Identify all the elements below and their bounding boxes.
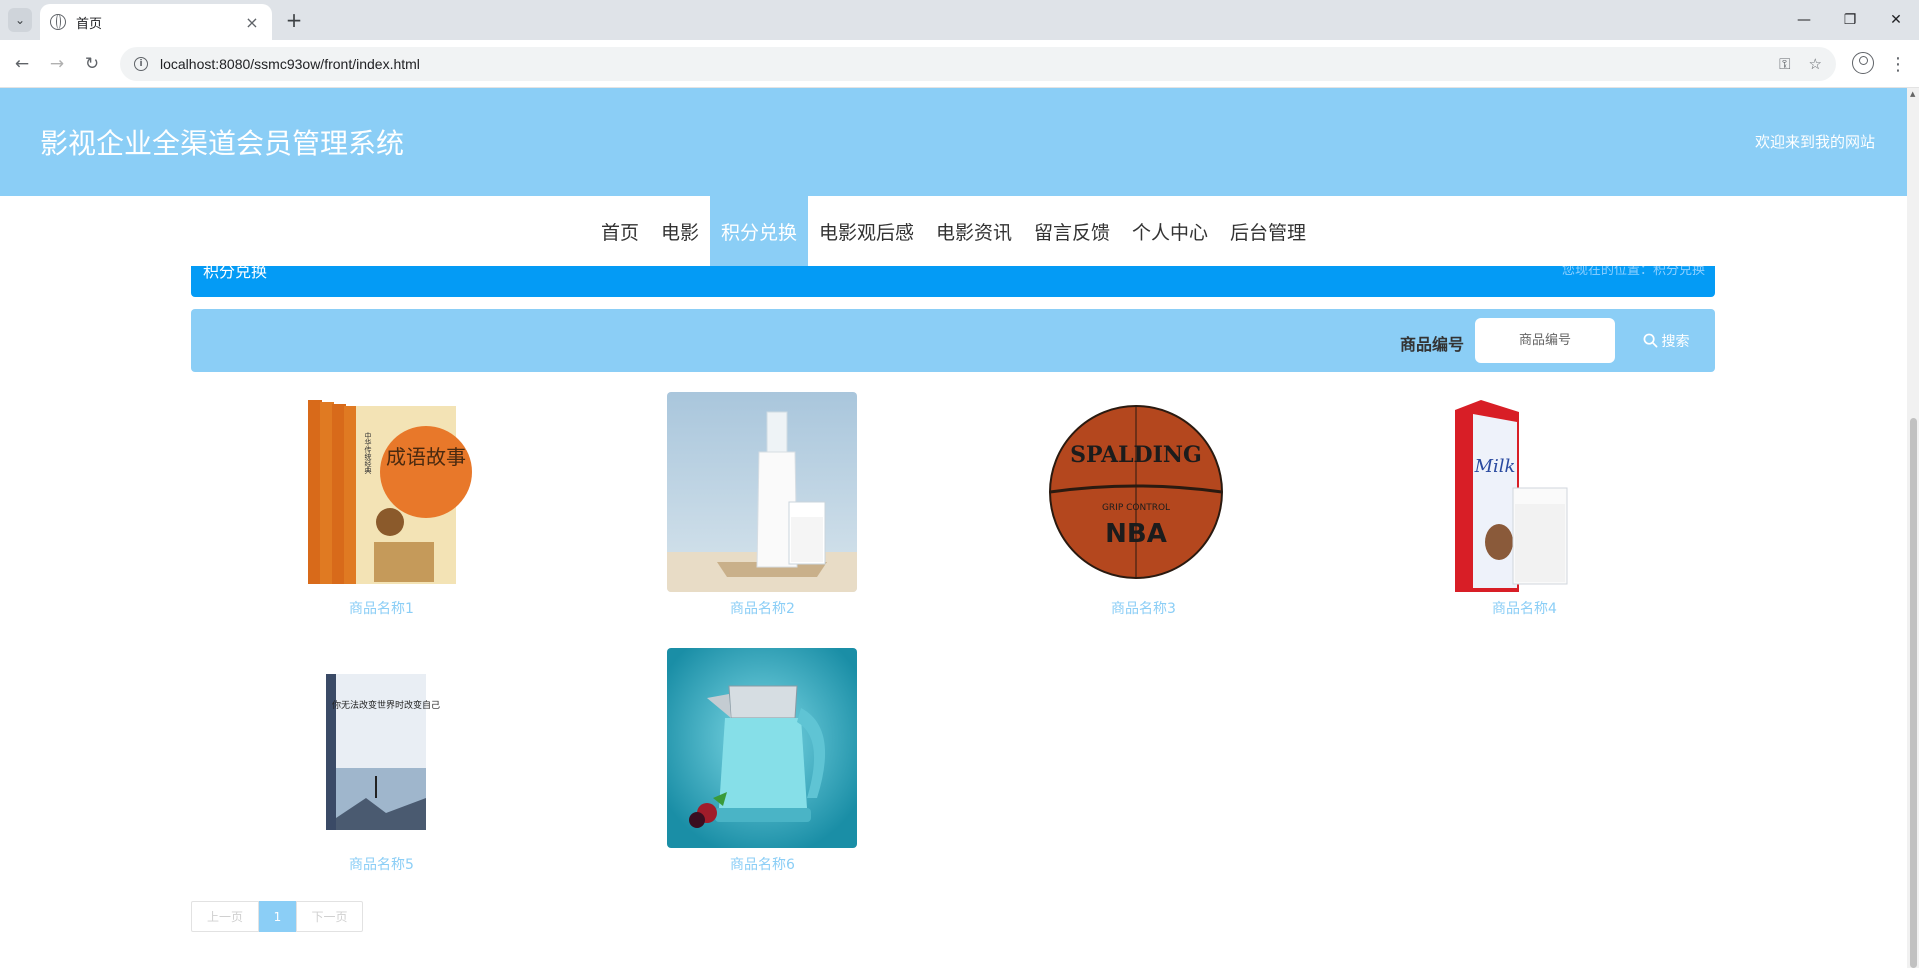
close-tab-icon[interactable]: × — [242, 13, 262, 32]
product-name[interactable]: 商品名称3 — [953, 598, 1334, 618]
password-key-icon[interactable]: ⚿ — [1779, 55, 1790, 73]
bookmark-star-icon[interactable]: ☆ — [1809, 55, 1822, 73]
milk-bottle-image — [667, 392, 857, 592]
url-text[interactable]: localhost:8080/ssmc93ow/front/index.html — [160, 56, 1761, 72]
globe-icon — [50, 14, 66, 30]
window-close-icon[interactable]: ✕ — [1873, 0, 1919, 40]
breadcrumb-location: 您现在的位置：积分兑换 — [1561, 266, 1705, 278]
profile-icon[interactable] — [1852, 52, 1874, 74]
current-page-button[interactable]: 1 — [259, 901, 296, 932]
browser-toolbar: ← → ↻ i localhost:8080/ssmc93ow/front/in… — [0, 40, 1919, 88]
basketball-image: SPALDING GRIP CONTROL NBA — [1048, 392, 1238, 592]
kettle-image — [667, 648, 857, 848]
nav-item-home[interactable]: 首页 — [590, 196, 650, 266]
page-scrollbar[interactable]: ▲ — [1907, 88, 1919, 968]
pagination: 上一页 1 下一页 — [191, 901, 363, 932]
scrollbar-thumb[interactable] — [1910, 418, 1917, 968]
breadcrumb-bar: 积分兑换 您现在的位置：积分兑换 — [191, 266, 1715, 297]
reload-icon[interactable]: ↻ — [80, 52, 104, 76]
forward-arrow-icon[interactable]: → — [45, 52, 69, 76]
product-image-milk-carton[interactable]: Milk — [1429, 392, 1619, 592]
blue-book-image: 你无法改变世界时改变自己 — [286, 648, 476, 848]
product-name[interactable]: 商品名称6 — [572, 854, 953, 874]
breadcrumb-title: 积分兑换 — [203, 266, 268, 281]
book-image: 成语故事 中华传统经典 — [286, 392, 476, 592]
milk-label-text: Milk — [1474, 456, 1516, 477]
restore-icon[interactable]: ❐ — [1827, 0, 1873, 40]
product-number-input[interactable] — [1475, 318, 1615, 363]
search-icon — [1643, 333, 1657, 348]
nav-item-user-center[interactable]: 个人中心 — [1121, 196, 1219, 266]
product-image-book[interactable]: 成语故事 中华传统经典 — [286, 392, 476, 592]
address-bar[interactable]: i localhost:8080/ssmc93ow/front/index.ht… — [120, 47, 1836, 81]
new-tab-plus-icon[interactable]: + — [282, 8, 306, 32]
product-image-basketball[interactable]: SPALDING GRIP CONTROL NBA — [1048, 392, 1238, 592]
product-name[interactable]: 商品名称4 — [1334, 598, 1715, 618]
site-info-icon[interactable]: i — [134, 57, 148, 71]
product-image-blue-book[interactable]: 你无法改变世界时改变自己 — [286, 648, 476, 848]
search-label: 商品编号 — [1400, 335, 1465, 354]
product-name[interactable]: 商品名称2 — [572, 598, 953, 618]
milk-carton-image: Milk — [1429, 392, 1619, 592]
search-bar: 商品编号 搜索 — [191, 309, 1715, 372]
product-name[interactable]: 商品名称1 — [191, 598, 572, 618]
browser-tab-strip: ⌄ 首页 × + — ❐ ✕ — [0, 0, 1919, 40]
next-page-button[interactable]: 下一页 — [296, 901, 363, 932]
search-button[interactable]: 搜索 — [1631, 323, 1701, 358]
tab-search-chevron-icon[interactable]: ⌄ — [8, 8, 32, 32]
nav-item-movies[interactable]: 电影 — [650, 196, 710, 266]
site-title: 影视企业全渠道会员管理系统 — [40, 127, 405, 160]
main-nav: 首页 电影 积分兑换 电影观后感 电影资讯 留言反馈 个人中心 后台管理 — [0, 196, 1907, 266]
browser-tab[interactable]: 首页 × — [40, 4, 272, 40]
scroll-up-arrow-icon[interactable]: ▲ — [1910, 90, 1915, 98]
ball-league-text: NBA — [1105, 519, 1167, 549]
browser-menu-icon[interactable]: ⋮ — [1886, 52, 1910, 76]
product-image-kettle[interactable] — [667, 648, 857, 848]
nav-item-points-exchange[interactable]: 积分兑换 — [709, 196, 808, 266]
product-image-milk-bottle[interactable] — [667, 392, 857, 592]
ball-brand-text: SPALDING — [1070, 442, 1202, 468]
nav-item-admin[interactable]: 后台管理 — [1219, 196, 1317, 266]
product-name[interactable]: 商品名称5 — [191, 854, 572, 874]
minimize-icon[interactable]: — — [1781, 0, 1827, 40]
nav-item-feedback[interactable]: 留言反馈 — [1023, 196, 1121, 266]
nav-item-movie-news[interactable]: 电影资讯 — [925, 196, 1023, 266]
page-viewport: 影视企业全渠道会员管理系统 欢迎来到我的网站 首页 电影 积分兑换 电影观后感 … — [0, 88, 1919, 968]
site-header: 影视企业全渠道会员管理系统 欢迎来到我的网站 — [0, 88, 1907, 196]
ball-sub-text: GRIP CONTROL — [1102, 503, 1170, 513]
book-series-text: 中华传统经典 — [364, 431, 372, 475]
book2-title-text: 你无法改变世界时改变自己 — [332, 699, 440, 711]
book-title-text: 成语故事 — [386, 445, 466, 469]
welcome-text: 欢迎来到我的网站 — [1754, 133, 1875, 151]
nav-item-movie-reviews[interactable]: 电影观后感 — [808, 196, 925, 266]
back-arrow-icon[interactable]: ← — [10, 52, 34, 76]
prev-page-button[interactable]: 上一页 — [191, 901, 259, 932]
search-button-label: 搜索 — [1661, 333, 1690, 350]
tab-title: 首页 — [76, 16, 103, 32]
